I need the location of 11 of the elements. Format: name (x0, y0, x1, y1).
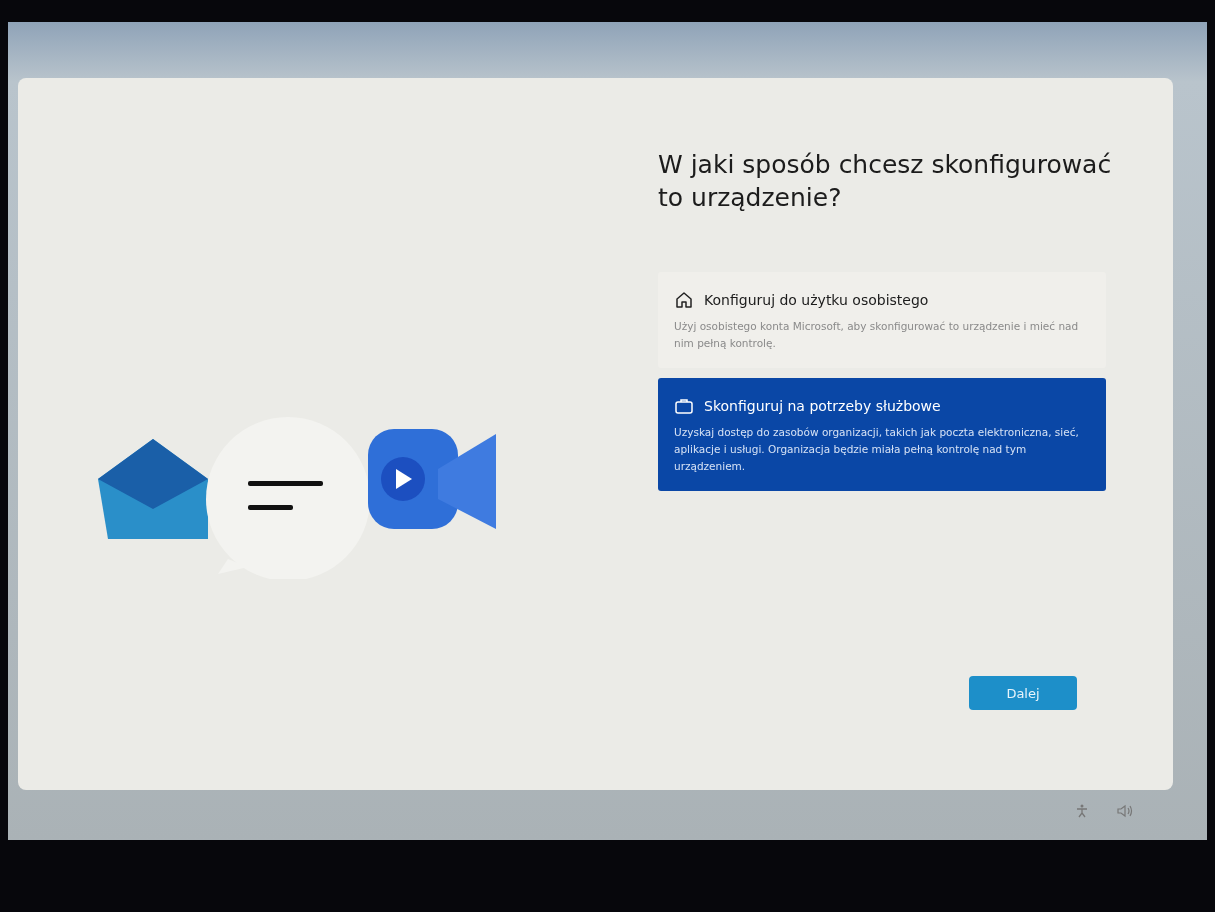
option-description: Uzyskaj dostęp do zasobów organizacji, takich jak poczta elektroniczna, sieć, aplikacje i usługi. Organizacja będzie miała pełną kontrolę nad tym urządzeniem. (674, 425, 1080, 474)
home-icon (674, 290, 694, 310)
setup-option[interactable]: Konfiguruj do użytku osobistego Użyj osobistego konta Microsoft, aby skonfigurować to urządzenie i mieć nad nim pełną kontrolę. (658, 272, 1106, 368)
option-title: Konfiguruj do użytku osobistego (704, 292, 929, 308)
speaker-icon[interactable] (1117, 804, 1133, 818)
setup-option[interactable]: Skonfiguruj na potrzeby służbowe Uzyskaj dostęp do zasobów organizacji, takich jak poczta elektroniczna, sieć, aplikacje i usługi. Organizacja będzie miała pełną kontrolę nad tym urządzeniem. (658, 378, 1106, 491)
accessibility-icon[interactable] (1075, 804, 1089, 818)
option-title: Skonfiguruj na potrzeby służbowe (704, 398, 941, 414)
page-heading: W jaki sposób chcesz skonfigurować to urządzenie? (658, 149, 1113, 214)
briefcase-icon (674, 396, 694, 416)
option-description: Użyj osobistego konta Microsoft, aby skonfigurować to urządzenie i mieć nad nim pełną kontrolę. (674, 319, 1080, 351)
